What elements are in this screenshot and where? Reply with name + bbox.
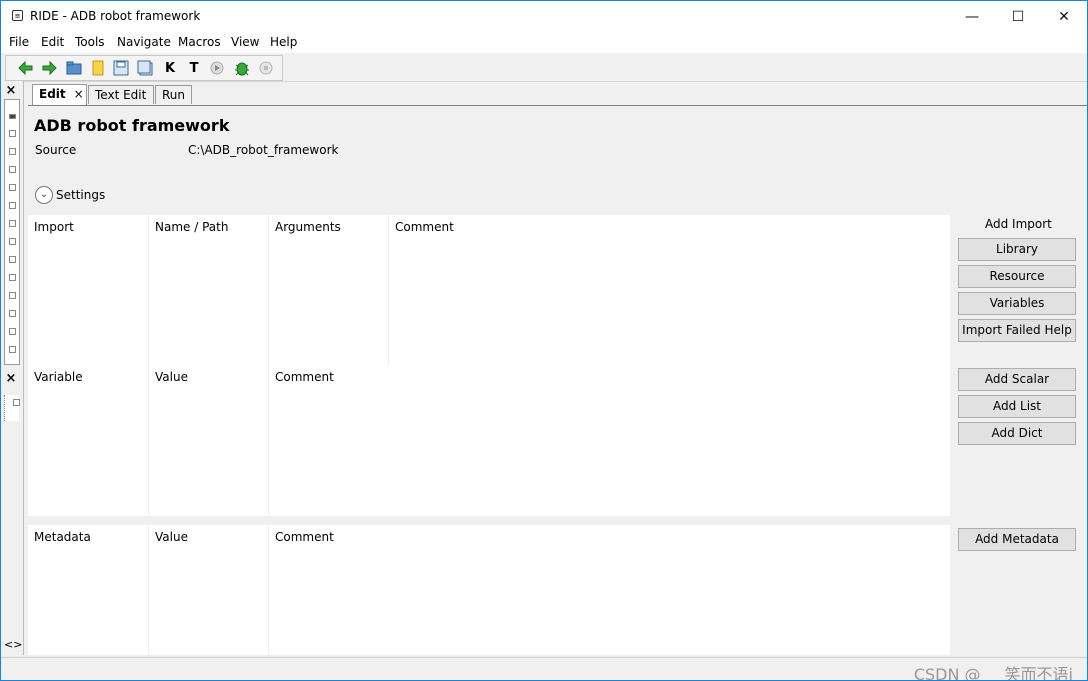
ride-icon: ≡ (12, 10, 23, 21)
close-library-pane-icon[interactable]: × (3, 371, 19, 387)
search-tests-icon[interactable]: T (186, 60, 202, 76)
add-import-label: Add Import (985, 217, 1052, 231)
close-tree-pane-icon[interactable]: × (3, 83, 19, 99)
run-icon[interactable] (209, 60, 225, 76)
tree-node-icon (9, 274, 16, 281)
tree-node-icon (9, 184, 16, 191)
expand-node-icon[interactable] (13, 399, 20, 406)
menu-macros[interactable]: Macros (178, 35, 221, 49)
library-tree-view[interactable] (4, 395, 20, 421)
comment-col-header: Comment (275, 370, 334, 384)
tab-run[interactable]: Run (155, 85, 192, 104)
tree-node-icon (9, 220, 16, 227)
toolbar-group: K T (5, 55, 283, 81)
tree-node-icon (9, 292, 16, 299)
tree-node-icon (9, 148, 16, 155)
source-label: Source (35, 143, 77, 157)
forward-arrow-icon[interactable] (41, 60, 57, 76)
arguments-col-header: Arguments (275, 220, 341, 234)
editor-content: ADB robot framework Source C:\ADB_robot_… (28, 110, 1087, 655)
settings-toggle-icon[interactable]: ⌄ (35, 186, 53, 204)
minimize-button[interactable]: — (949, 1, 995, 33)
app-window: ≡ RIDE - ADB robot framework — ☐ ✕ File … (0, 0, 1088, 681)
value-col-header: Value (155, 530, 188, 544)
tab-close-icon[interactable]: × (74, 87, 84, 101)
save-icon[interactable] (113, 60, 129, 76)
page-title: ADB robot framework (34, 116, 230, 135)
add-scalar-button[interactable]: Add Scalar (958, 368, 1076, 391)
close-button[interactable]: ✕ (1041, 1, 1087, 33)
add-list-button[interactable]: Add List (958, 395, 1076, 418)
tree-node-icon (9, 114, 16, 119)
open-folder-icon[interactable] (66, 60, 82, 76)
new-file-icon[interactable] (90, 60, 106, 76)
tab-text-edit[interactable]: Text Edit (88, 85, 154, 104)
variable-table[interactable]: Variable Value Comment (28, 365, 950, 516)
menu-view[interactable]: View (231, 35, 259, 49)
menu-tools[interactable]: Tools (75, 35, 105, 49)
comment-col-header: Comment (275, 530, 334, 544)
variables-button[interactable]: Variables (958, 292, 1076, 315)
toolbar: K T (1, 53, 1087, 82)
tree-node-icon (9, 256, 16, 263)
test-tree-view[interactable] (4, 99, 20, 365)
back-arrow-icon[interactable] (18, 60, 34, 76)
tree-node-icon (9, 238, 16, 245)
comment-col-header: Comment (395, 220, 454, 234)
variable-col-header: Variable (34, 370, 83, 384)
metadata-table[interactable]: Metadata Value Comment (28, 525, 950, 655)
import-col-header: Import (34, 220, 74, 234)
name-path-col-header: Name / Path (155, 220, 229, 234)
left-tree-pane: × × <> (1, 81, 24, 655)
tab-edit[interactable]: Edit × (32, 84, 87, 105)
menu-bar: File Edit Tools Navigate Macros View Hel… (1, 33, 1087, 53)
scroll-arrows-icon[interactable]: <> (4, 638, 22, 651)
maximize-button[interactable]: ☐ (995, 1, 1041, 33)
tree-node-icon (9, 202, 16, 209)
debug-bug-icon[interactable] (234, 60, 250, 76)
stop-icon[interactable] (258, 60, 274, 76)
resource-button[interactable]: Resource (958, 265, 1076, 288)
editor-tab-strip: Edit × Text Edit Run (28, 83, 1087, 106)
tree-node-icon (9, 328, 16, 335)
menu-help[interactable]: Help (270, 35, 297, 49)
metadata-col-header: Metadata (34, 530, 91, 544)
menu-file[interactable]: File (9, 35, 29, 49)
tree-node-icon (9, 346, 16, 353)
tree-node-icon (9, 310, 16, 317)
status-bar: CSDN @___笑而不语i (1, 657, 1087, 681)
tab-edit-label: Edit (39, 87, 66, 101)
library-button[interactable]: Library (958, 238, 1076, 261)
add-metadata-button[interactable]: Add Metadata (958, 528, 1076, 551)
add-dict-button[interactable]: Add Dict (958, 422, 1076, 445)
save-all-icon[interactable] (137, 60, 153, 76)
title-bar: ≡ RIDE - ADB robot framework — ☐ ✕ (1, 1, 1087, 33)
import-failed-help-button[interactable]: Import Failed Help (958, 319, 1076, 342)
source-path: C:\ADB_robot_framework (188, 143, 339, 157)
tree-node-icon (9, 166, 16, 173)
watermark-text: CSDN @___笑而不语i (913, 665, 1073, 681)
tree-node-icon (9, 130, 16, 137)
menu-navigate[interactable]: Navigate (117, 35, 171, 49)
menu-edit[interactable]: Edit (41, 35, 64, 49)
value-col-header: Value (155, 370, 188, 384)
search-keywords-icon[interactable]: K (162, 60, 178, 76)
window-title: RIDE - ADB robot framework (30, 9, 201, 23)
settings-label[interactable]: Settings (56, 188, 105, 202)
import-table[interactable]: Import Name / Path Arguments Comment (28, 215, 950, 365)
